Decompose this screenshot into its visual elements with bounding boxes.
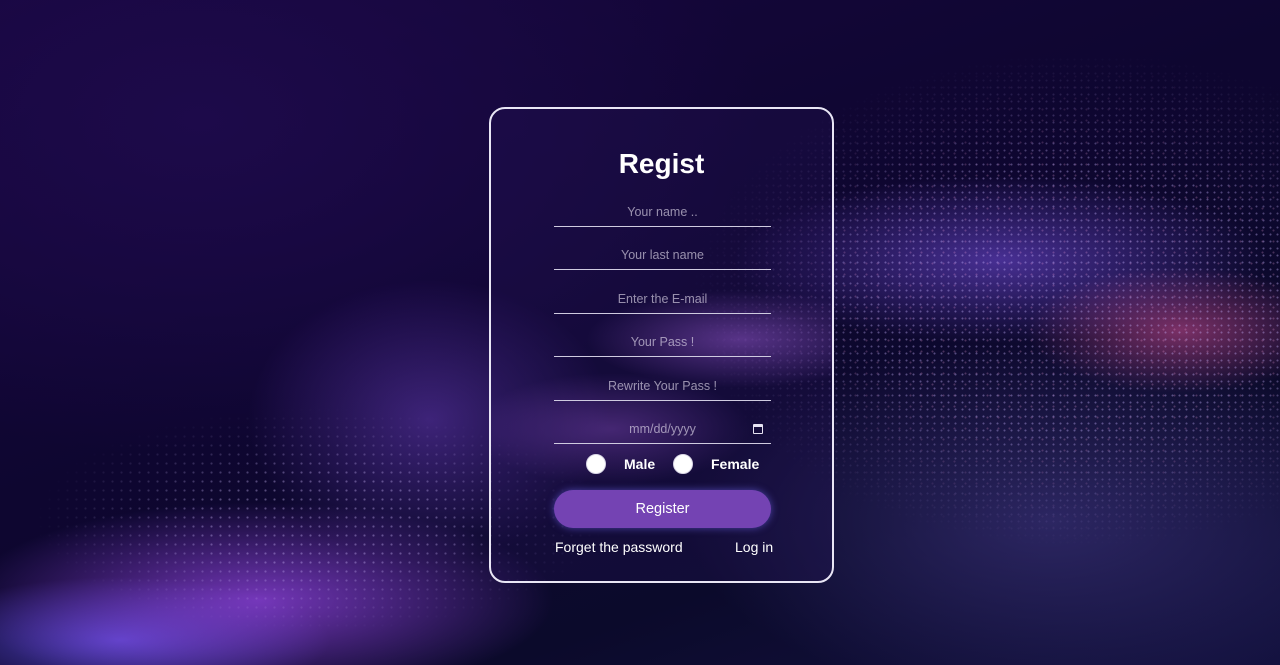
login-link[interactable]: Log in [735, 539, 773, 555]
confirm-password-input[interactable] [554, 371, 771, 401]
password-input[interactable] [554, 327, 771, 357]
forgot-password-link[interactable]: Forget the password [555, 539, 683, 555]
calendar-icon[interactable] [753, 424, 763, 434]
female-label: Female [711, 456, 760, 472]
date-placeholder: mm/dd/yyyy [629, 422, 696, 436]
register-button[interactable]: Register [554, 490, 771, 528]
male-radio[interactable] [586, 454, 606, 474]
male-label: Male [624, 456, 656, 472]
form-title: Regist [618, 148, 705, 179]
female-radio[interactable] [673, 454, 693, 474]
register-card: Regist mm/dd/yyyy Male Female Register F… [489, 107, 834, 583]
birthdate-input[interactable]: mm/dd/yyyy [554, 414, 771, 444]
email-input[interactable] [554, 284, 771, 314]
first-name-input[interactable] [554, 197, 771, 227]
last-name-input[interactable] [554, 240, 771, 270]
